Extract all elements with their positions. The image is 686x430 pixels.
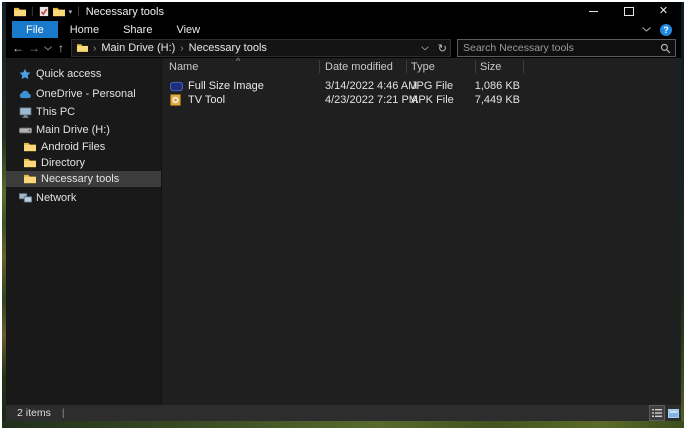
properties-icon[interactable] xyxy=(39,6,49,17)
recent-locations-icon[interactable] xyxy=(42,46,54,51)
monitor-icon xyxy=(18,107,32,118)
explorer-window: | ▾ | Necessary tools ✕ File Home Share … xyxy=(6,2,681,421)
sidebar-item-main-drive[interactable]: Main Drive (H:) xyxy=(6,121,161,139)
back-button[interactable]: ← xyxy=(10,42,26,54)
search-icon xyxy=(660,43,671,54)
sidebar-item-network[interactable]: Network xyxy=(6,189,161,207)
ribbon-tab-row: File Home Share View ? xyxy=(6,21,681,38)
file-size: 1,086 KB xyxy=(451,80,520,92)
file-name: TV Tool xyxy=(188,94,225,106)
maximize-button[interactable] xyxy=(611,2,646,21)
column-header-name[interactable]: Name xyxy=(169,61,198,73)
window-folder-icon xyxy=(14,7,26,17)
sidebar-item-onedrive[interactable]: OneDrive - Personal xyxy=(6,85,161,103)
cloud-icon xyxy=(18,90,32,99)
sidebar-item-directory[interactable]: Directory xyxy=(6,155,161,171)
tab-file[interactable]: File xyxy=(12,21,58,38)
breadcrumb-separator: › xyxy=(180,43,183,54)
tab-home[interactable]: Home xyxy=(58,21,111,38)
qat-dropdown-icon[interactable]: ▾ xyxy=(69,8,73,16)
star-icon xyxy=(18,68,32,80)
file-row-full-size-image[interactable]: Full Size Image 3/14/2022 4:46 AM JPG Fi… xyxy=(162,79,681,93)
close-icon: ✕ xyxy=(659,6,668,17)
window-title: Necessary tools xyxy=(86,6,164,18)
breadcrumb-folder-icon xyxy=(77,43,88,53)
wallpaper-sliver-bottom xyxy=(2,421,684,428)
column-divider[interactable] xyxy=(523,60,524,73)
address-box[interactable]: › Main Drive (H:) › Necessary tools ↻ xyxy=(71,39,451,57)
column-divider[interactable] xyxy=(406,60,407,73)
details-view-icon xyxy=(652,409,662,417)
minimize-button[interactable] xyxy=(576,2,611,21)
column-header-date-modified[interactable]: Date modified xyxy=(325,61,393,73)
caption-buttons: ✕ xyxy=(576,2,681,21)
sidebar-item-label: This PC xyxy=(36,106,75,118)
thumbnail-view-icon xyxy=(668,409,679,418)
sidebar-item-necessary-tools[interactable]: Necessary tools xyxy=(6,171,161,187)
minimize-icon xyxy=(589,11,598,12)
tab-view[interactable]: View xyxy=(164,21,212,38)
desktop-background: | ▾ | Necessary tools ✕ File Home Share … xyxy=(2,2,684,428)
main-content: Quick access OneDrive - Personal This PC xyxy=(6,58,681,405)
image-file-icon xyxy=(170,81,183,92)
search-box[interactable] xyxy=(457,39,676,57)
maximize-icon xyxy=(624,7,634,16)
file-size: 7,449 KB xyxy=(451,94,520,106)
items-count: 2 items xyxy=(17,407,51,419)
file-date: 3/14/2022 4:46 AM xyxy=(325,80,417,92)
view-toggle-buttons xyxy=(649,405,681,421)
wallpaper-sliver-right xyxy=(681,2,684,428)
status-bar: 2 items | xyxy=(6,405,681,421)
column-divider[interactable] xyxy=(319,60,320,73)
sidebar-item-label: Necessary tools xyxy=(41,173,119,185)
file-date: 4/23/2022 7:21 PM xyxy=(325,94,418,106)
file-row-tv-tool[interactable]: TV Tool 4/23/2022 7:21 PM APK File 7,449… xyxy=(162,93,681,107)
sidebar-item-this-pc[interactable]: This PC xyxy=(6,103,161,121)
address-bar: ← → ↑ › Main Drive (H:) › Necessary tool… xyxy=(6,38,681,58)
apk-file-icon xyxy=(170,94,183,106)
up-button[interactable]: ↑ xyxy=(54,42,68,54)
column-header-size[interactable]: Size xyxy=(480,61,501,73)
navigation-sidebar: Quick access OneDrive - Personal This PC xyxy=(6,58,162,405)
sidebar-item-label: Quick access xyxy=(36,68,101,80)
sidebar-item-label: Android Files xyxy=(41,141,105,153)
refresh-icon[interactable]: ↻ xyxy=(438,42,447,55)
breadcrumb-drive[interactable]: Main Drive (H:) xyxy=(101,42,175,54)
close-button[interactable]: ✕ xyxy=(646,2,681,21)
sidebar-item-label: OneDrive - Personal xyxy=(36,88,136,100)
breadcrumb-separator: › xyxy=(93,43,96,54)
sidebar-item-label: Network xyxy=(36,192,76,204)
address-dropdown-icon[interactable] xyxy=(421,46,429,51)
file-name: Full Size Image xyxy=(188,80,264,92)
help-icon[interactable]: ? xyxy=(660,24,672,36)
drive-icon xyxy=(18,127,32,134)
folder-icon xyxy=(23,158,37,168)
status-separator: | xyxy=(62,407,65,419)
column-header-type[interactable]: Type xyxy=(411,61,435,73)
title-bar: | ▾ | Necessary tools ✕ xyxy=(6,2,681,21)
file-type: JPG File xyxy=(411,80,453,92)
forward-button[interactable]: → xyxy=(26,42,42,54)
column-headers: Name Date modified Type Size xyxy=(162,58,681,76)
file-rows: Full Size Image 3/14/2022 4:46 AM JPG Fi… xyxy=(162,79,681,107)
ribbon-collapse-icon[interactable] xyxy=(642,27,651,32)
new-folder-icon[interactable] xyxy=(53,7,65,17)
file-list-pane[interactable]: ^ Name Date modified Type Size xyxy=(162,58,681,405)
search-input[interactable] xyxy=(463,42,660,54)
breadcrumb-folder[interactable]: Necessary tools xyxy=(189,42,267,54)
network-icon xyxy=(18,193,32,203)
sidebar-item-label: Directory xyxy=(41,157,85,169)
sidebar-item-label: Main Drive (H:) xyxy=(36,124,110,136)
file-type: APK File xyxy=(411,94,454,106)
separator: | xyxy=(77,6,80,17)
folder-icon xyxy=(23,174,37,184)
separator: | xyxy=(31,6,34,17)
sidebar-item-android-files[interactable]: Android Files xyxy=(6,139,161,155)
sidebar-item-quick-access[interactable]: Quick access xyxy=(6,65,161,83)
folder-icon xyxy=(23,142,37,152)
column-divider[interactable] xyxy=(475,60,476,73)
thumbnail-view-button[interactable] xyxy=(665,405,681,421)
tab-share[interactable]: Share xyxy=(111,21,164,38)
details-view-button[interactable] xyxy=(649,405,665,421)
